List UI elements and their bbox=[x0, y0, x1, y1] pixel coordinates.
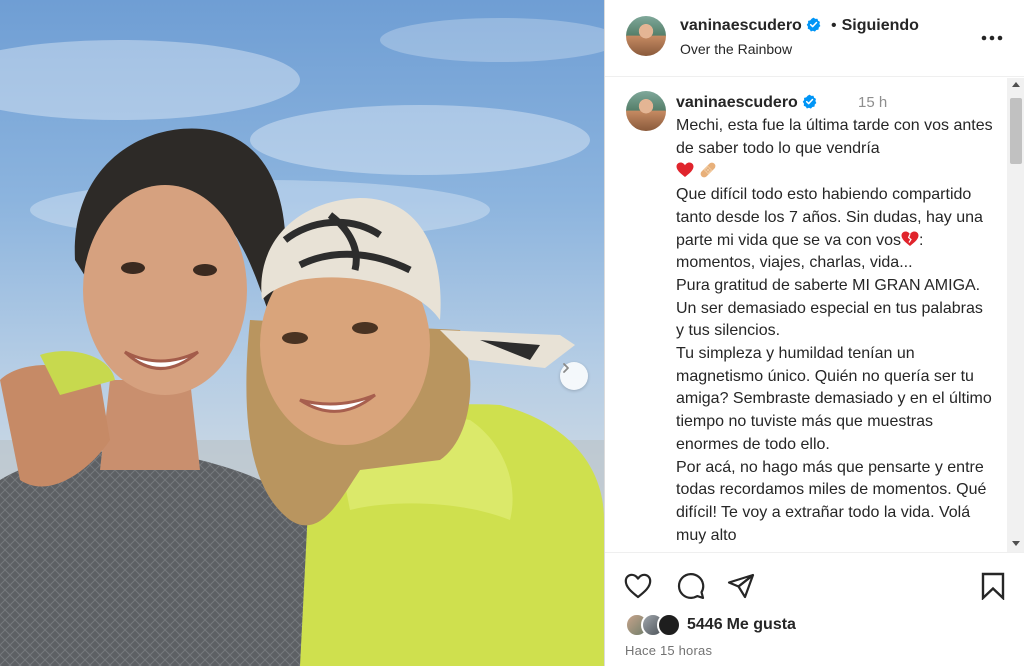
carousel-next-button[interactable] bbox=[560, 362, 588, 390]
caption-line: Mechi, esta fue la última tarde con vos … bbox=[676, 117, 993, 157]
liker-avatar bbox=[657, 613, 681, 637]
follow-separator: • bbox=[831, 17, 837, 34]
caption-paragraph: Por acá, no hago más que pensarte y entr… bbox=[676, 458, 987, 544]
following-button[interactable]: Siguiendo bbox=[842, 17, 919, 34]
caption-paragraph: Pura gratitud de saberte MI GRAN AMIGA. … bbox=[676, 276, 983, 340]
likes-row[interactable]: 5446 Me gusta bbox=[625, 611, 796, 639]
broken-heart-emoji-icon bbox=[901, 231, 919, 246]
bookmark-icon bbox=[981, 572, 1005, 600]
like-button[interactable] bbox=[623, 571, 653, 601]
save-button[interactable] bbox=[978, 571, 1008, 601]
caption-line: Que difícil todo esto habiendo compartid… bbox=[676, 186, 983, 249]
verified-badge-icon bbox=[806, 17, 821, 32]
audio-track-link[interactable]: Over the Rainbow bbox=[680, 41, 792, 57]
author-avatar[interactable] bbox=[626, 16, 666, 56]
caption-paragraph: Mechi, esta fue la última tarde con vos … bbox=[676, 115, 994, 184]
post-timestamp[interactable]: Hace 15 horas bbox=[625, 643, 712, 658]
author-username-header[interactable]: vaninaescudero bbox=[680, 17, 821, 35]
verified-badge-icon bbox=[802, 94, 817, 109]
caption-scrollbar[interactable] bbox=[1007, 78, 1024, 552]
scroll-up-arrow-icon[interactable] bbox=[1012, 82, 1020, 87]
heart-outline-icon bbox=[624, 573, 652, 599]
post-caption: vaninaescudero 15 h Mechi, esta fue la ú… bbox=[605, 78, 1007, 552]
likes-number: 5446 bbox=[687, 616, 723, 633]
comment-button[interactable] bbox=[676, 571, 706, 601]
caption-timestamp[interactable]: 15 h bbox=[858, 94, 887, 111]
follow-status[interactable]: • Siguiendo bbox=[831, 17, 919, 35]
post-photo bbox=[0, 0, 604, 666]
scroll-thumb[interactable] bbox=[1010, 98, 1022, 164]
post-header: vaninaescudero • Siguiendo Over the Rainb… bbox=[605, 0, 1024, 77]
post-actions: 5446 Me gusta Hace 15 horas bbox=[605, 552, 1024, 666]
photo-illustration bbox=[0, 18, 604, 666]
chevron-right-icon bbox=[563, 363, 569, 373]
caption-username-text[interactable]: vaninaescudero bbox=[676, 94, 798, 111]
post-side-panel: vaninaescudero • Siguiendo Over the Rainb… bbox=[604, 0, 1024, 666]
bandage-emoji-icon bbox=[700, 163, 716, 178]
more-options-button[interactable] bbox=[980, 26, 1004, 50]
caption-username[interactable]: vaninaescudero bbox=[676, 94, 817, 112]
red-heart-emoji-icon bbox=[676, 162, 694, 178]
likes-label: Me gusta bbox=[726, 616, 796, 633]
caption-paragraph: Tu simpleza y humildad tenían un magneti… bbox=[676, 345, 992, 453]
caption-avatar[interactable] bbox=[626, 91, 666, 131]
scroll-down-arrow-icon[interactable] bbox=[1012, 541, 1020, 546]
caption-text: Mechi, esta fue la última tarde con vos … bbox=[676, 115, 994, 547]
comment-bubble-icon bbox=[677, 572, 705, 600]
caption-paragraph: Que difícil todo esto habiendo compartid… bbox=[676, 184, 994, 275]
more-options-icon bbox=[981, 35, 1003, 41]
author-username-text[interactable]: vaninaescudero bbox=[680, 17, 802, 34]
paper-plane-icon bbox=[727, 573, 755, 599]
share-button[interactable] bbox=[726, 571, 756, 601]
likes-count[interactable]: 5446 Me gusta bbox=[687, 616, 796, 634]
